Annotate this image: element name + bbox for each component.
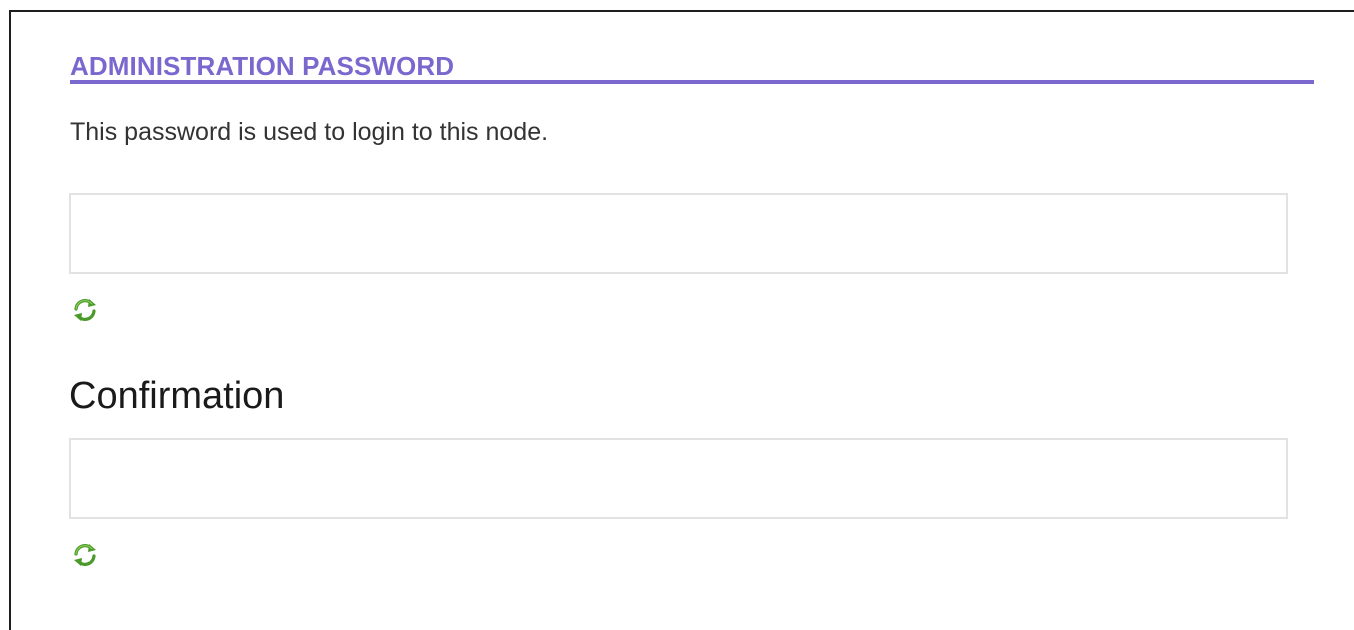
content-frame [9,10,1354,630]
confirmation-input[interactable] [69,438,1288,519]
section-heading: ADMINISTRATION PASSWORD [70,51,455,81]
confirmation-refresh-icon[interactable] [71,541,99,569]
password-input[interactable] [69,193,1288,274]
confirmation-label: Confirmation [69,375,285,417]
password-refresh-icon[interactable] [71,296,99,324]
section-description: This password is used to login to this n… [70,118,549,146]
section-divider [70,80,1314,84]
